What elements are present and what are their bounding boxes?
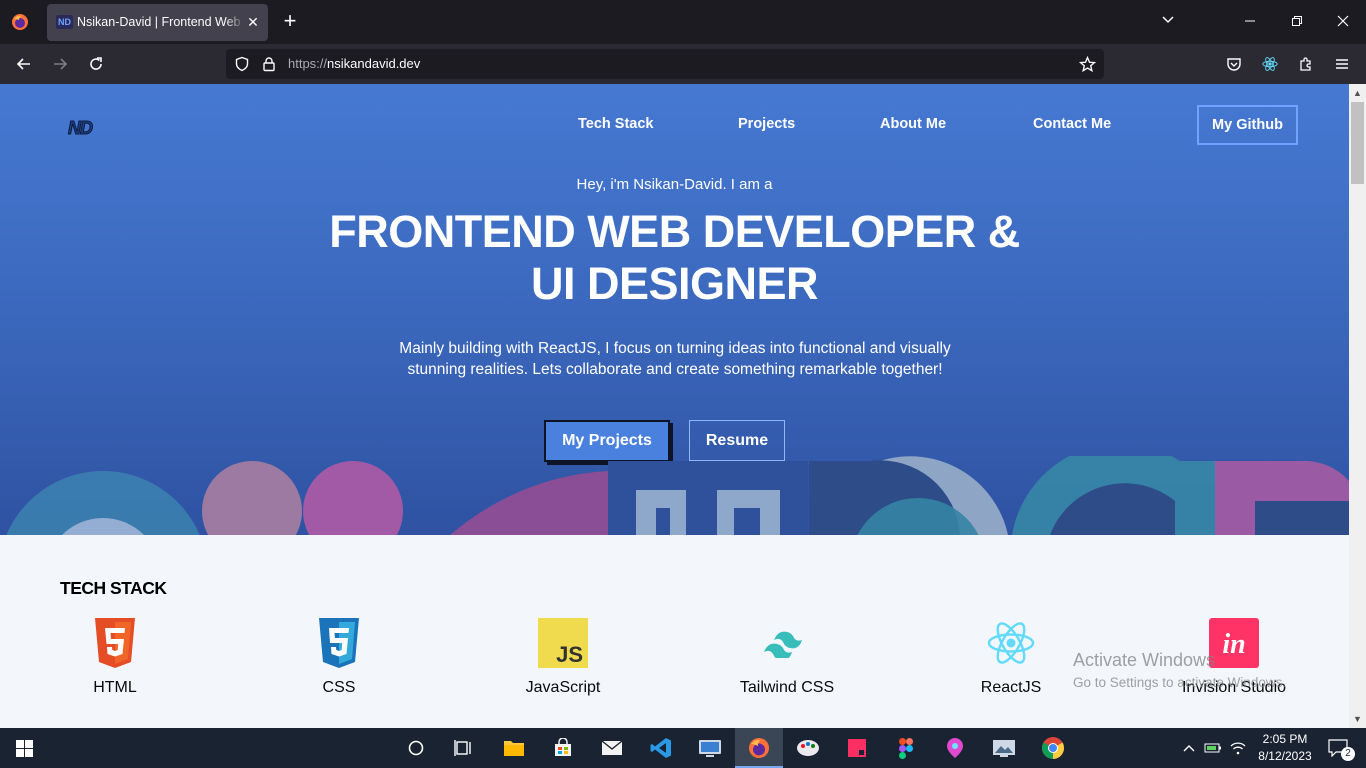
- system-clock[interactable]: 2:05 PM 8/12/2023: [1256, 731, 1314, 765]
- scroll-up-icon[interactable]: ▲: [1349, 85, 1366, 102]
- clock-date: 8/12/2023: [1258, 749, 1312, 763]
- firefox-taskbar-icon[interactable]: [735, 728, 783, 768]
- hero-section: ND Tech Stack Projects About Me Contact …: [0, 84, 1349, 535]
- nav-link-projects[interactable]: Projects: [738, 116, 795, 132]
- tech-item-tailwind: Tailwind CSS: [707, 617, 867, 697]
- hero-description-line2: stunning realities. Lets collaborate and…: [407, 361, 943, 378]
- task-view-icon[interactable]: [440, 728, 488, 768]
- clock-time: 2:05 PM: [1262, 732, 1308, 746]
- nav-link-about-me[interactable]: About Me: [880, 116, 946, 132]
- tech-stack-title: TECH STACK: [60, 578, 167, 598]
- file-explorer-icon[interactable]: [490, 728, 538, 768]
- back-icon[interactable]: [12, 52, 36, 76]
- react-devtools-icon[interactable]: [1258, 52, 1282, 76]
- store-icon[interactable]: [539, 728, 587, 768]
- svg-text:JS: JS: [556, 642, 583, 667]
- tailwind-icon: [761, 617, 813, 669]
- battery-icon[interactable]: [1200, 728, 1226, 768]
- resume-button[interactable]: Resume: [689, 420, 785, 461]
- github-button[interactable]: My Github: [1197, 105, 1298, 145]
- tech-item-css: CSS: [259, 617, 419, 697]
- notification-center-icon[interactable]: 2: [1318, 728, 1358, 768]
- wifi-icon[interactable]: [1225, 728, 1251, 768]
- watermark-subtitle: Go to Settings to activate Windows.: [1073, 675, 1287, 690]
- browser-tab-bar: ND Nsikan-David | Frontend Web Developer…: [0, 0, 1366, 44]
- chrome-icon[interactable]: [1029, 728, 1077, 768]
- css3-icon: [313, 617, 365, 669]
- tech-label: CSS: [322, 679, 356, 696]
- activate-windows-watermark: Activate Windows Go to Settings to activ…: [1073, 650, 1286, 690]
- minimize-icon[interactable]: [1238, 10, 1262, 34]
- firefox-menu-icon[interactable]: [11, 13, 29, 31]
- windows-taskbar: 2:05 PM 8/12/2023 2: [0, 728, 1366, 768]
- search-icon[interactable]: [392, 728, 440, 768]
- forward-icon[interactable]: [48, 52, 72, 76]
- tab-favicon: ND: [56, 15, 73, 29]
- hero-decorative-shapes: [6, 456, 1349, 535]
- pinned-app-icon[interactable]: [833, 728, 881, 768]
- tracking-protection-icon[interactable]: [234, 56, 250, 72]
- javascript-icon: JS: [537, 617, 589, 669]
- new-tab-icon[interactable]: +: [280, 10, 300, 32]
- notification-count-badge: 2: [1341, 747, 1355, 761]
- tech-label: HTML: [93, 679, 137, 696]
- hero-headline: FRONTEND WEB DEVELOPER & UI DESIGNER: [0, 206, 1349, 310]
- paint-app-icon[interactable]: [784, 728, 832, 768]
- tech-item-html: HTML: [35, 617, 195, 697]
- tab-title: Nsikan-David | Frontend Web Developer: [77, 15, 245, 31]
- pocket-icon[interactable]: [1222, 52, 1246, 76]
- photos-app-icon[interactable]: [980, 728, 1028, 768]
- url-text[interactable]: https://nsikandavid.dev: [288, 56, 420, 71]
- hamburger-menu-icon[interactable]: [1330, 52, 1354, 76]
- page-viewport: ND Tech Stack Projects About Me Contact …: [0, 84, 1349, 728]
- lock-icon[interactable]: [261, 56, 277, 72]
- hero-headline-line1: FRONTEND WEB DEVELOPER &: [329, 206, 1020, 257]
- maps-app-icon[interactable]: [931, 728, 979, 768]
- bookmark-star-icon[interactable]: [1079, 56, 1096, 73]
- close-tab-icon[interactable]: ✕: [244, 13, 262, 31]
- site-logo[interactable]: ND: [68, 118, 94, 139]
- tech-label: ReactJS: [980, 679, 1042, 696]
- hero-greeting: Hey, i'm Nsikan-David. I am a: [576, 176, 773, 193]
- restore-icon[interactable]: [1285, 10, 1309, 34]
- hero-description-line1: Mainly building with ReactJS, I focus on…: [399, 340, 951, 357]
- nav-link-tech-stack[interactable]: Tech Stack: [578, 116, 654, 132]
- hero-headline-line2: UI DESIGNER: [530, 258, 819, 309]
- active-tab[interactable]: ND Nsikan-David | Frontend Web Developer…: [47, 4, 268, 41]
- windows-start-icon[interactable]: [0, 728, 48, 768]
- remote-desktop-icon[interactable]: [686, 728, 734, 768]
- nav-link-contact-me[interactable]: Contact Me: [1033, 116, 1111, 132]
- html5-icon: [89, 617, 141, 669]
- reload-icon[interactable]: [84, 52, 108, 76]
- tech-item-react: ReactJS: [931, 617, 1091, 697]
- hero-description: Mainly building with ReactJS, I focus on…: [374, 338, 976, 380]
- watermark-title: Activate Windows: [1073, 650, 1216, 670]
- address-bar[interactable]: https://nsikandavid.dev: [226, 49, 1104, 79]
- figma-icon[interactable]: [882, 728, 930, 768]
- mail-icon[interactable]: [588, 728, 636, 768]
- list-all-tabs-icon[interactable]: [1156, 10, 1180, 34]
- tech-label: JavaScript: [525, 679, 601, 696]
- show-hidden-icons-chevron-icon[interactable]: [1176, 728, 1202, 768]
- tech-label: Tailwind CSS: [739, 679, 835, 696]
- close-window-icon[interactable]: [1331, 10, 1355, 34]
- react-icon: [985, 617, 1037, 669]
- browser-nav-bar: https://nsikandavid.dev: [0, 44, 1366, 84]
- scrollbar-thumb[interactable]: [1351, 102, 1364, 184]
- tech-item-javascript: JS JavaScript: [483, 617, 643, 697]
- vscode-icon[interactable]: [637, 728, 685, 768]
- extensions-icon[interactable]: [1294, 52, 1318, 76]
- scroll-down-icon[interactable]: ▼: [1349, 711, 1366, 728]
